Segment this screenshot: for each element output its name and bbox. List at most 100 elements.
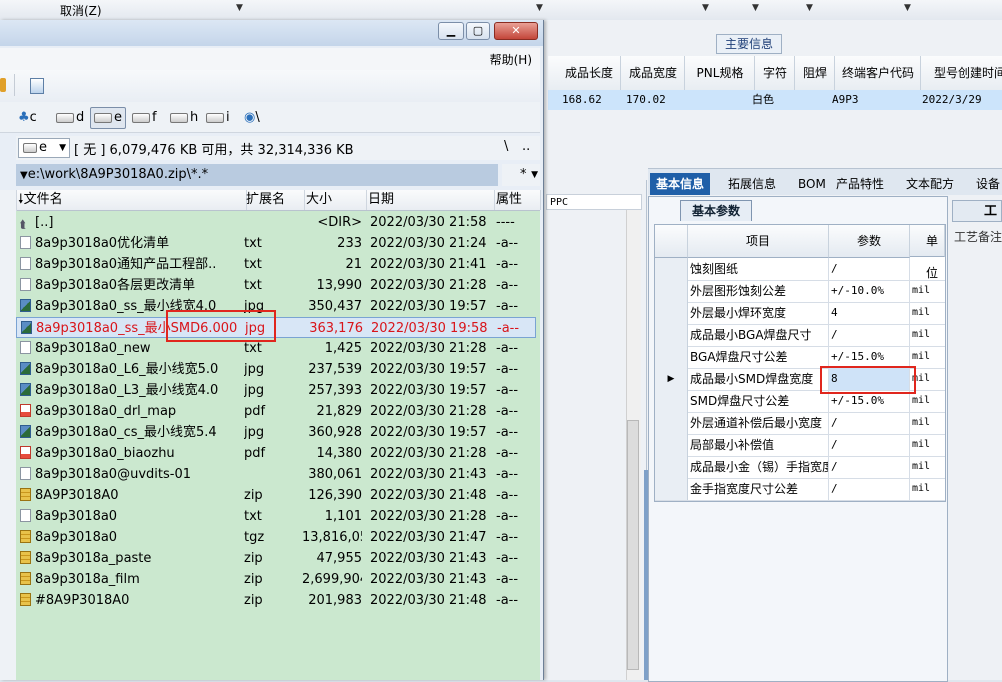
file-row[interactable]: 8a9p3018a0 tgz 13,816,055 2022/03/30 21:47-… <box>16 527 536 548</box>
param-value[interactable]: / <box>829 456 910 478</box>
column-ext[interactable]: 扩展名 <box>246 190 305 210</box>
minimize-button[interactable]: ▁ <box>438 22 464 40</box>
row-selector[interactable] <box>655 434 688 456</box>
help-menu[interactable]: 帮助(H) <box>490 51 532 68</box>
main-info-row[interactable]: 168.62 170.02 白色 A9P3 2022/3/29 <box>548 90 1002 110</box>
file-row[interactable]: 8a9p3018a0_drl_map pdf 21,829 2022/03/30 21… <box>16 401 536 422</box>
tab-process[interactable]: 工 <box>952 200 1002 222</box>
row-selector[interactable] <box>655 258 688 280</box>
column-date[interactable]: 日期 <box>368 190 495 210</box>
drive-c-button[interactable]: ♣c <box>18 108 37 128</box>
column-header[interactable]: 成品长度 <box>558 56 621 90</box>
go-up-button[interactable]: .. <box>522 139 530 154</box>
param-row[interactable]: 金手指宽度尺寸公差 / mil <box>655 478 945 501</box>
go-root-button[interactable]: \ <box>504 139 508 154</box>
column-header[interactable]: 阻焊 <box>796 56 835 90</box>
column-header[interactable]: 终端客户代码 <box>836 56 921 90</box>
drive-e-button[interactable]: e <box>90 107 126 129</box>
ppc-header[interactable]: PPC <box>546 194 642 210</box>
file-row[interactable]: #8A9P3018A0 zip 201,983 2022/03/30 21:48 -a-… <box>16 590 536 611</box>
param-row[interactable]: 外层通道补偿后最小宽度 / mil <box>655 412 945 435</box>
drive-f-button[interactable]: f <box>132 108 157 128</box>
column-header[interactable]: 成品宽度 <box>622 56 685 90</box>
drive-d-button[interactable]: d <box>56 108 84 128</box>
column-header[interactable]: PNL规格 <box>686 56 755 90</box>
param-value[interactable]: +/-15.0% <box>829 390 910 412</box>
tab-product-features[interactable]: 产品特性 <box>830 173 890 195</box>
file-row[interactable]: 8a9p3018a0_biaozhu pdf 14,380 2022/03/30 21… <box>16 443 536 464</box>
param-row[interactable]: ▶ 成品最小SMD焊盘宽度 8 mil <box>655 368 945 391</box>
tab-extended-info[interactable]: 拓展信息 <box>722 173 782 195</box>
param-row[interactable]: 局部最小补偿值 / mil <box>655 434 945 457</box>
row-selector[interactable] <box>655 412 688 434</box>
param-row[interactable]: 成品最小BGA焊盘尺寸 / mil <box>655 324 945 347</box>
notepad-icon[interactable] <box>30 78 44 94</box>
tab-basic-info[interactable]: 基本信息 <box>650 173 711 195</box>
row-selector[interactable] <box>655 346 688 368</box>
file-row[interactable]: 8a9p3018a0_new txt 1,425 2022/03/30 21:28 -a… <box>16 338 536 359</box>
file-row[interactable]: 8a9p3018a_paste zip 47,955 2022/03/30 21:43… <box>16 548 536 569</box>
row-selector[interactable] <box>655 280 688 302</box>
filter-select[interactable]: * ▼ <box>502 164 540 186</box>
dropdown-arrow-icon[interactable]: ▼ <box>702 3 709 13</box>
row-selector[interactable] <box>655 302 688 324</box>
file-row[interactable]: 8a9p3018a0各层更改清单 txt 13,990 2022/03/30 21:2… <box>16 275 536 296</box>
toolbar-icon[interactable] <box>0 78 6 92</box>
drive-h-button[interactable]: h <box>170 108 198 128</box>
file-row[interactable]: 8a9p3018a_film zip 2,699,904 2022/03/30 21:… <box>16 569 536 590</box>
column-attr[interactable]: 属性 <box>496 190 541 210</box>
param-row[interactable]: 外层最小焊环宽度 4 mil <box>655 302 945 325</box>
file-row[interactable]: 8a9p3018a0 txt 1,101 2022/03/30 21:28 -a-- <box>16 506 536 527</box>
param-row[interactable]: 外层图形蚀刻公差 +/-10.0% mil <box>655 280 945 303</box>
row-selector[interactable]: ▶ <box>655 368 688 390</box>
column-name[interactable]: 🠗文件名 <box>16 190 247 210</box>
param-value[interactable]: / <box>829 412 910 434</box>
drive-select[interactable]: e ▼ <box>18 138 70 158</box>
row-selector[interactable] <box>655 478 688 500</box>
drive-i-button[interactable]: i <box>206 108 230 128</box>
param-value[interactable]: / <box>829 324 910 346</box>
dropdown-arrow-icon[interactable]: ▼ <box>536 3 543 13</box>
column-header[interactable]: 项目 <box>688 225 829 258</box>
cancel-menu[interactable]: 取消(Z) <box>60 2 102 19</box>
row-selector[interactable] <box>655 390 688 412</box>
file-row[interactable]: 8a9p3018a0_L6_最小线宽5.0 jpg 237,539 2022/03/3… <box>16 359 536 380</box>
param-value[interactable]: / <box>829 478 910 500</box>
column-header[interactable]: 参数 <box>829 225 910 258</box>
column-size[interactable]: 大小 <box>306 190 367 210</box>
file-row[interactable]: ⮬ [..] <DIR> 2022/03/30 21:58 ---- <box>16 212 536 233</box>
column-header[interactable]: 字符 <box>756 56 795 90</box>
column-header[interactable]: 单位 <box>910 225 945 280</box>
file-row[interactable]: 8a9p3018a0_L3_最小线宽4.0 jpg 257,393 2022/03/3… <box>16 380 536 401</box>
file-row[interactable]: 8a9p3018a0_ss_最小线宽4.0 jpg 350,437 2022/03/3… <box>16 296 536 317</box>
file-row[interactable]: 8a9p3018a0通知产品工程部.. txt 21 2022/03/30 21:41… <box>16 254 536 275</box>
param-value[interactable]: / <box>829 434 910 456</box>
file-row[interactable]: 8A9P3018A0 zip 126,390 2022/03/30 21:48 -a-- <box>16 485 536 506</box>
path-field[interactable]: ▼e:\work\8A9P3018A0.zip\*.* <box>16 164 498 186</box>
dropdown-arrow-icon[interactable]: ▼ <box>752 3 759 13</box>
param-value[interactable]: +/-10.0% <box>829 280 910 302</box>
scrollbar-thumb[interactable] <box>627 420 639 670</box>
column-header[interactable]: 型号创建时间 <box>922 56 1002 90</box>
dropdown-arrow-icon[interactable]: ▼ <box>806 3 813 13</box>
param-value[interactable]: +/-15.0% <box>829 346 910 368</box>
file-row[interactable]: 8a9p3018a0优化清单 txt 233 2022/03/30 21:24 -a-- <box>16 233 536 254</box>
param-value[interactable]: 4 <box>829 302 910 324</box>
file-row[interactable]: 8a9p3018a0_cs_最小线宽5.4 jpg 360,928 2022/03/3… <box>16 422 536 443</box>
maximize-button[interactable]: ▢ <box>466 22 490 40</box>
tab-bom[interactable]: BOM <box>792 173 832 195</box>
file-row[interactable]: 8a9p3018a0@uvdits-01 380,061 2022/03/30 21… <box>16 464 536 485</box>
tab-basic-params[interactable]: 基本参数 <box>680 200 752 221</box>
param-row[interactable]: SMD焊盘尺寸公差 +/-15.0% mil <box>655 390 945 413</box>
tab-text-recipe[interactable]: 文本配方 <box>900 173 960 195</box>
network-button[interactable]: ◉\ <box>244 108 260 128</box>
param-row[interactable]: 成品最小金（锡）手指宽度 / mil <box>655 456 945 479</box>
row-selector[interactable] <box>655 324 688 346</box>
file-row[interactable]: 8a9p3018a0_ss_最小SMD6.000 jpg 363,176 2022/0… <box>16 317 536 338</box>
dropdown-arrow-icon[interactable]: ▼ <box>236 3 243 13</box>
tab-equipment[interactable]: 设备 <box>970 173 1002 195</box>
param-row[interactable]: 蚀刻图纸 / <box>655 258 945 281</box>
window-titlebar[interactable]: ▁ ▢ ✕ <box>0 20 543 46</box>
row-selector[interactable] <box>655 456 688 478</box>
close-button[interactable]: ✕ <box>494 22 538 40</box>
